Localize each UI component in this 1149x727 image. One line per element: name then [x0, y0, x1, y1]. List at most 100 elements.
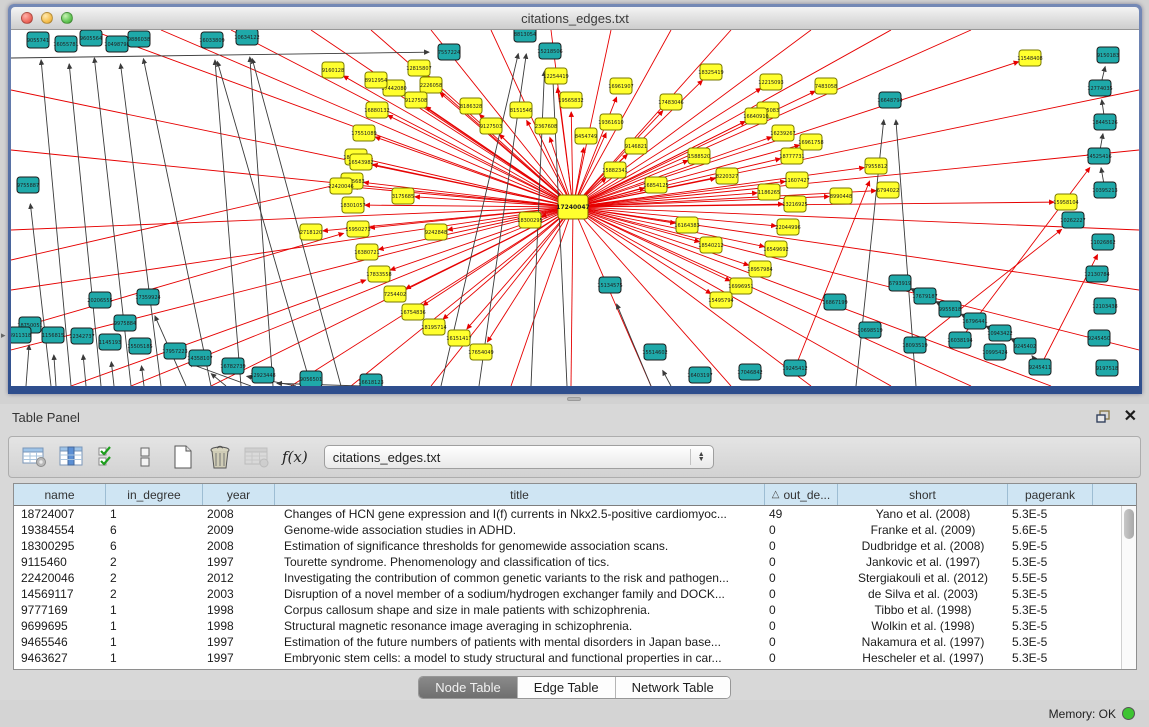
graph-node-label: 8990448 — [830, 194, 852, 200]
column-header-name[interactable]: name — [14, 484, 106, 505]
table-row[interactable]: 977716911998Corpus callosum shape and si… — [14, 602, 1136, 618]
float-panel-icon[interactable] — [1096, 410, 1112, 424]
graph-node-label: 8813054 — [514, 32, 536, 38]
graph-node-label: 8186328 — [460, 104, 482, 110]
table-cell: 1997 — [203, 554, 275, 570]
table-row[interactable]: 1938455462009Genome-wide association stu… — [14, 522, 1136, 538]
window-titlebar[interactable]: citations_edges.txt — [11, 7, 1139, 30]
edge — [71, 280, 366, 386]
table-cell: 2 — [106, 570, 203, 586]
column-header-short[interactable]: short — [838, 484, 1008, 505]
split-divider[interactable] — [0, 394, 1149, 404]
tab-node-table[interactable]: Node Table — [419, 677, 518, 698]
scrollbar-thumb[interactable] — [1124, 509, 1134, 539]
graph-node-label: 8220327 — [716, 174, 738, 180]
zoom-window-button[interactable] — [61, 12, 73, 24]
graph-node-label: 2367608 — [535, 124, 557, 130]
split-divider-handle[interactable] — [567, 397, 581, 401]
table-cell: 2 — [106, 554, 203, 570]
graph-node-label: 17654049 — [468, 350, 493, 356]
graph-node-label: 12103438 — [1092, 304, 1117, 310]
graph-node-label: 9242848 — [425, 230, 447, 236]
graph-node-label: 16164383 — [674, 223, 699, 229]
new-table-button[interactable] — [167, 442, 199, 472]
table-cell: 14569117 — [14, 586, 106, 602]
graph-node-label: 16796441 — [962, 319, 987, 325]
table-cell: 5.3E-5 — [1008, 634, 1093, 650]
column-header-title[interactable]: title — [275, 484, 765, 505]
graph-node-label: 16549692 — [763, 247, 788, 253]
delete-trash-button[interactable] — [204, 442, 236, 472]
graph-node-label: 15134575 — [597, 283, 622, 289]
graph-node-label: 16880132 — [364, 108, 389, 114]
edge — [30, 204, 51, 386]
table-cell: 1997 — [203, 634, 275, 650]
table-cell: 2012 — [203, 570, 275, 586]
table-cell: Genome-wide association studies in ADHD. — [275, 522, 765, 538]
graph-node-label: 18195714 — [421, 325, 446, 331]
graph-node-label: 8454749 — [575, 134, 597, 140]
column-header-pagerank[interactable]: pagerank — [1008, 484, 1093, 505]
table-cell: Tibbo et al. (1998) — [838, 602, 1008, 618]
edge — [11, 207, 573, 230]
tab-network-table[interactable]: Network Table — [616, 677, 730, 698]
graph-node-label: 16618123 — [358, 380, 383, 386]
graph-node-label: 10943422 — [987, 331, 1012, 337]
row-height-button[interactable] — [130, 442, 162, 472]
show-column-button[interactable] — [56, 442, 88, 472]
graph-node-label: 9755887 — [17, 183, 39, 189]
edge — [573, 207, 1139, 290]
table-settings-button[interactable] — [19, 442, 51, 472]
table-cell: 1 — [106, 650, 203, 666]
edge — [215, 60, 241, 386]
edge — [111, 362, 114, 386]
graph-node-label: 16380721 — [354, 250, 379, 256]
table-cell: 0 — [765, 618, 838, 634]
close-window-button[interactable] — [21, 12, 33, 24]
tab-edge-table[interactable]: Edge Table — [518, 677, 616, 698]
table-cell: Hescheler et al. (1997) — [838, 650, 1008, 666]
table-source-dropdown[interactable]: citations_edges.txt ▲▼ — [324, 445, 714, 469]
table-vertical-scrollbar[interactable] — [1121, 506, 1136, 670]
minimize-window-button[interactable] — [41, 12, 53, 24]
graph-node-label: 12342737 — [69, 334, 94, 340]
function-builder-button[interactable]: f(x) — [282, 448, 308, 466]
edge — [141, 366, 144, 386]
table-row[interactable]: 1456911722003Disruption of a novel membe… — [14, 586, 1136, 602]
graph-node-label: 17046842 — [737, 370, 762, 376]
dropdown-stepper-icon: ▲▼ — [690, 449, 705, 465]
graph-node-label: 20206555 — [87, 298, 112, 304]
network-canvas[interactable]: 9055741160557819605564104987989886038160… — [11, 30, 1139, 386]
table-cell: 0 — [765, 538, 838, 554]
status-bar: Memory: OK — [0, 700, 1149, 727]
table-row[interactable]: 911546021997Tourette syndrome. Phenomeno… — [14, 554, 1136, 570]
table-row[interactable]: 946554611997Estimation of the future num… — [14, 634, 1136, 650]
column-header-year[interactable]: year — [203, 484, 275, 505]
window-title: citations_edges.txt — [521, 11, 629, 26]
graph-node-label: 15505185 — [127, 344, 152, 350]
table-row[interactable]: 969969511998Structural magnetic resonanc… — [14, 618, 1136, 634]
graph-node-label: 9056501 — [300, 377, 322, 383]
graph-node-label: 1145193 — [99, 340, 121, 346]
column-header-out-degree[interactable]: △ out_de... — [765, 484, 838, 505]
graph-node-label: 10995424 — [982, 350, 1007, 356]
table-row[interactable]: 946362711997Embryonic stem cells: a mode… — [14, 650, 1136, 666]
panel-collapse-arrow-icon[interactable]: ▸ — [1, 330, 6, 341]
graph-node-label: 19245412 — [782, 366, 807, 372]
graph-node-label: 22420046 — [328, 184, 353, 190]
column-header-in-degree[interactable]: in_degree — [106, 484, 203, 505]
table-row[interactable]: 1830029562008Estimation of significance … — [14, 538, 1136, 554]
graph-node-label: 19565832 — [558, 98, 583, 104]
table-cell: 1 — [106, 618, 203, 634]
table-cell: Wolkin et al. (1998) — [838, 618, 1008, 634]
graph-node-label: 10498798 — [104, 42, 129, 48]
table-row[interactable]: 2242004622012Investigating the contribut… — [14, 570, 1136, 586]
table-cell: 5.3E-5 — [1008, 506, 1093, 522]
graph-node-label: 9127503 — [480, 124, 502, 130]
select-columns-button[interactable] — [93, 442, 125, 472]
table-row[interactable]: 1872400712008Changes of HCN gene express… — [14, 506, 1136, 522]
graph-node-label: 13216925 — [782, 202, 807, 208]
close-panel-icon[interactable]: ✕ — [1124, 409, 1137, 425]
table-cell: 9115460 — [14, 554, 106, 570]
graph-node-label: 9150183 — [1097, 53, 1119, 59]
